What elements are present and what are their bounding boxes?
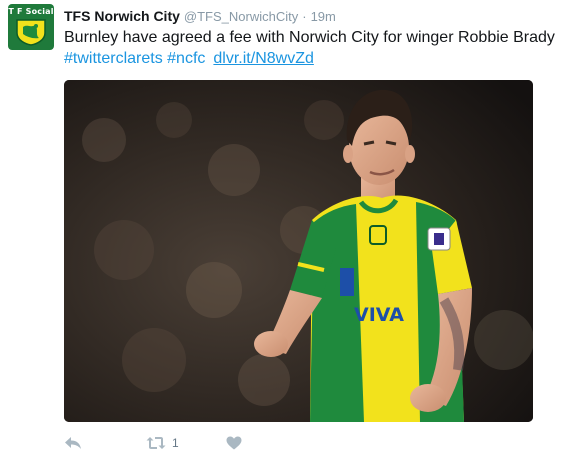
tweet-header: TFS Norwich City @TFS_NorwichCity · 19m — [64, 6, 336, 26]
tweet-timestamp[interactable]: 19m — [311, 9, 336, 24]
tweet-link[interactable]: dlvr.it/N8wvZd — [213, 50, 313, 67]
hashtag-twitterclarets[interactable]: #twitterclarets — [64, 50, 163, 67]
shirt-sponsor-text: VIVA — [354, 304, 404, 326]
retweet-count: 1 — [172, 436, 179, 450]
shield-logo-icon — [16, 19, 46, 46]
hashtag-ncfc[interactable]: #ncfc — [167, 50, 205, 67]
retweet-icon — [146, 437, 166, 449]
avatar-logo-text: T F Social — [8, 7, 54, 16]
like-button[interactable] — [226, 433, 242, 453]
tweet-links-line: #twitterclarets #ncfc dlvr.it/N8wvZd — [64, 48, 569, 69]
tweet-actions: 1 — [64, 433, 364, 453]
tweet-card[interactable]: T F Social TFS Norwich City @TFS_NorwichC… — [0, 0, 578, 459]
retweet-button[interactable]: 1 — [146, 433, 179, 453]
separator-dot: · — [302, 9, 307, 24]
display-name[interactable]: TFS Norwich City — [64, 8, 180, 24]
photo-player-in-kit: VIVA — [64, 80, 533, 422]
reply-button[interactable] — [64, 433, 82, 453]
tweet-photo[interactable]: VIVA — [64, 80, 533, 422]
tweet-text: Burnley have agreed a fee with Norwich C… — [64, 27, 569, 69]
reply-icon — [65, 437, 81, 449]
tweet-text-line: Burnley have agreed a fee with Norwich C… — [64, 29, 555, 46]
like-icon — [226, 436, 242, 450]
user-handle[interactable]: @TFS_NorwichCity — [184, 9, 298, 24]
avatar[interactable]: T F Social — [8, 4, 54, 50]
